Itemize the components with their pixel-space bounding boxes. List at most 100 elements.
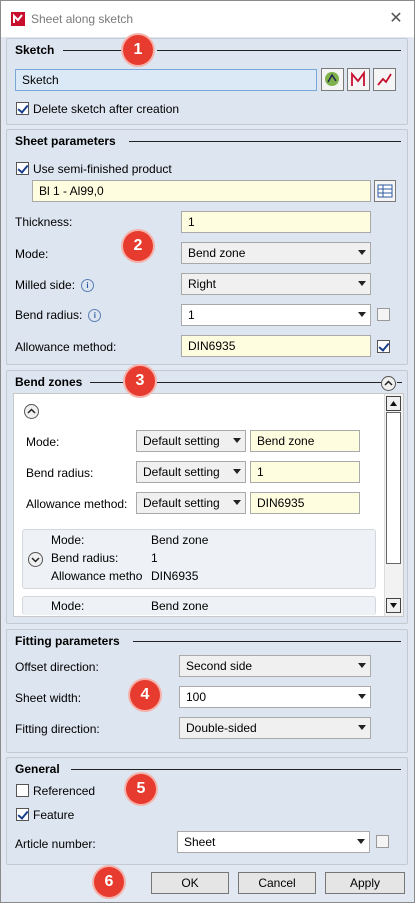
edit-sketch-button[interactable]	[347, 68, 370, 91]
bend-radius-value: 1	[188, 308, 195, 322]
milled-side-select[interactable]: Right	[181, 273, 371, 295]
card-radius-label: Bend radius:	[51, 551, 119, 565]
zone-radius-field[interactable]: 1	[250, 461, 360, 483]
article-number-select[interactable]: Sheet	[177, 831, 370, 853]
triangle-down-icon	[390, 603, 397, 608]
select-sketch-icon	[325, 72, 339, 86]
delete-sketch-label: Delete sketch after creation	[33, 102, 180, 116]
zone-radius-setting-value: Default setting	[143, 465, 220, 479]
mode-select[interactable]: Bend zone	[181, 242, 371, 264]
header-rule	[157, 382, 381, 383]
feature-checkbox[interactable]	[16, 808, 29, 821]
thickness-field[interactable]: 1	[181, 211, 371, 233]
zone-allowance-setting-select[interactable]: Default setting	[136, 492, 246, 514]
bend-radius-checkbox[interactable]	[377, 308, 390, 321]
cancel-button[interactable]: Cancel	[238, 872, 316, 894]
window-title: Sheet along sketch	[31, 12, 134, 26]
referenced-checkbox[interactable]	[16, 784, 29, 797]
bend-radius-select[interactable]: 1	[181, 304, 371, 326]
callout-badge-6: 6	[94, 867, 124, 897]
semi-finished-label: Use semi-finished product	[33, 162, 172, 176]
fitting-direction-value: Double-sided	[186, 721, 257, 735]
title-bar: Sheet along sketch ✕	[1, 1, 414, 37]
fitting-parameters-group: Fitting parameters Offset direction: Sec…	[6, 629, 408, 753]
bend-zones-header: Bend zones	[15, 375, 83, 389]
header-rule	[397, 382, 402, 383]
general-group: General Referenced Feature Article numbe…	[6, 757, 408, 865]
sketch-draw-icon	[377, 73, 392, 86]
sheetmetal-app-icon	[11, 12, 25, 26]
card-mode-label: Mode:	[51, 533, 85, 547]
chevron-down-icon	[358, 694, 366, 699]
chevron-down-icon	[358, 312, 366, 317]
article-number-checkbox[interactable]	[376, 835, 389, 848]
milled-side-label: Milled side: i	[15, 278, 95, 292]
chevron-up-icon	[27, 408, 36, 414]
offset-direction-select[interactable]: Second side	[179, 655, 371, 677]
sheet-width-label: Sheet width:	[15, 691, 82, 705]
new-sketch-button[interactable]	[373, 68, 396, 91]
chevron-down-icon	[358, 663, 366, 668]
select-sketch-button[interactable]	[321, 68, 344, 91]
header-rule	[129, 141, 401, 142]
zone-mode-field[interactable]: Bend zone	[250, 430, 360, 452]
sheet-parameters-group: Sheet parameters Use semi-finished produ…	[6, 129, 408, 365]
scroll-up-button[interactable]	[386, 396, 401, 411]
collapse-group-button[interactable]	[381, 376, 396, 391]
info-icon[interactable]: i	[88, 309, 102, 322]
fitting-direction-label: Fitting direction:	[15, 722, 100, 736]
card-allowance-value: DIN6935	[151, 569, 199, 583]
scroll-down-button[interactable]	[386, 598, 401, 613]
semi-finished-checkbox[interactable]	[16, 162, 29, 175]
zone-mode-setting-select[interactable]: Default setting	[136, 430, 246, 452]
chevron-down-icon	[31, 557, 40, 563]
close-icon[interactable]: ✕	[384, 7, 408, 31]
collapse-item-button[interactable]	[24, 404, 39, 419]
bend-zone-card[interactable]: Mode: Bend zone Bend radius: 1 Allowance…	[22, 529, 376, 589]
apply-button[interactable]: Apply	[325, 872, 405, 894]
callout-badge-3: 3	[125, 366, 155, 396]
catalog-table-icon	[377, 184, 393, 198]
fitting-direction-select[interactable]: Double-sided	[179, 717, 371, 739]
sketch-group: Sketch Sketch Delete sketch after creati…	[6, 38, 408, 125]
header-rule	[90, 382, 123, 383]
triangle-up-icon	[390, 401, 397, 406]
zone-allowance-field[interactable]: DIN6935	[250, 492, 360, 514]
bend-zone-card[interactable]: Mode: Bend zone	[22, 596, 376, 615]
expand-item-button[interactable]	[28, 552, 43, 567]
card-radius-value: 1	[151, 551, 158, 565]
header-rule	[63, 50, 125, 51]
semi-finished-field[interactable]: Bl 1 - Al99,0	[32, 180, 371, 202]
sketch-field[interactable]: Sketch	[15, 69, 317, 91]
card-mode-value: Bend zone	[151, 533, 209, 547]
zone-radius-setting-select[interactable]: Default setting	[136, 461, 246, 483]
bend-zone-list[interactable]: Mode: Default setting Bend zone Bend rad…	[13, 393, 404, 617]
allowance-method-checkbox[interactable]	[377, 340, 390, 353]
catalog-button[interactable]	[374, 180, 396, 202]
header-rule	[157, 50, 401, 51]
offset-direction-label: Offset direction:	[15, 660, 99, 674]
article-number-label: Article number:	[15, 837, 96, 851]
allowance-method-field[interactable]: DIN6935	[181, 335, 371, 357]
info-icon[interactable]: i	[81, 279, 95, 292]
ok-button[interactable]: OK	[151, 872, 229, 894]
zone-radius-label: Bend radius:	[26, 466, 94, 480]
zone-allowance-setting-value: Default setting	[143, 496, 220, 510]
mode-label: Mode:	[15, 247, 49, 261]
callout-badge-1: 1	[123, 35, 153, 65]
bend-zones-group: Bend zones Mode: Default setting Bend zo…	[6, 370, 408, 624]
general-header: General	[15, 762, 60, 776]
card-mode-value: Bend zone	[151, 599, 209, 613]
sketch-edit-icon	[351, 70, 365, 86]
header-rule	[71, 769, 401, 770]
sheet-width-select[interactable]: 100	[179, 686, 371, 708]
thickness-label: Thickness:	[15, 215, 73, 229]
bend-radius-label: Bend radius: i	[15, 308, 102, 322]
delete-sketch-checkbox[interactable]	[16, 102, 29, 115]
referenced-label: Referenced	[33, 784, 96, 798]
scroll-thumb[interactable]	[386, 412, 401, 564]
zone-mode-setting-value: Default setting	[143, 434, 220, 448]
offset-direction-value: Second side	[186, 659, 253, 673]
vertical-scrollbar[interactable]	[384, 394, 403, 616]
article-number-value: Sheet	[184, 835, 216, 849]
